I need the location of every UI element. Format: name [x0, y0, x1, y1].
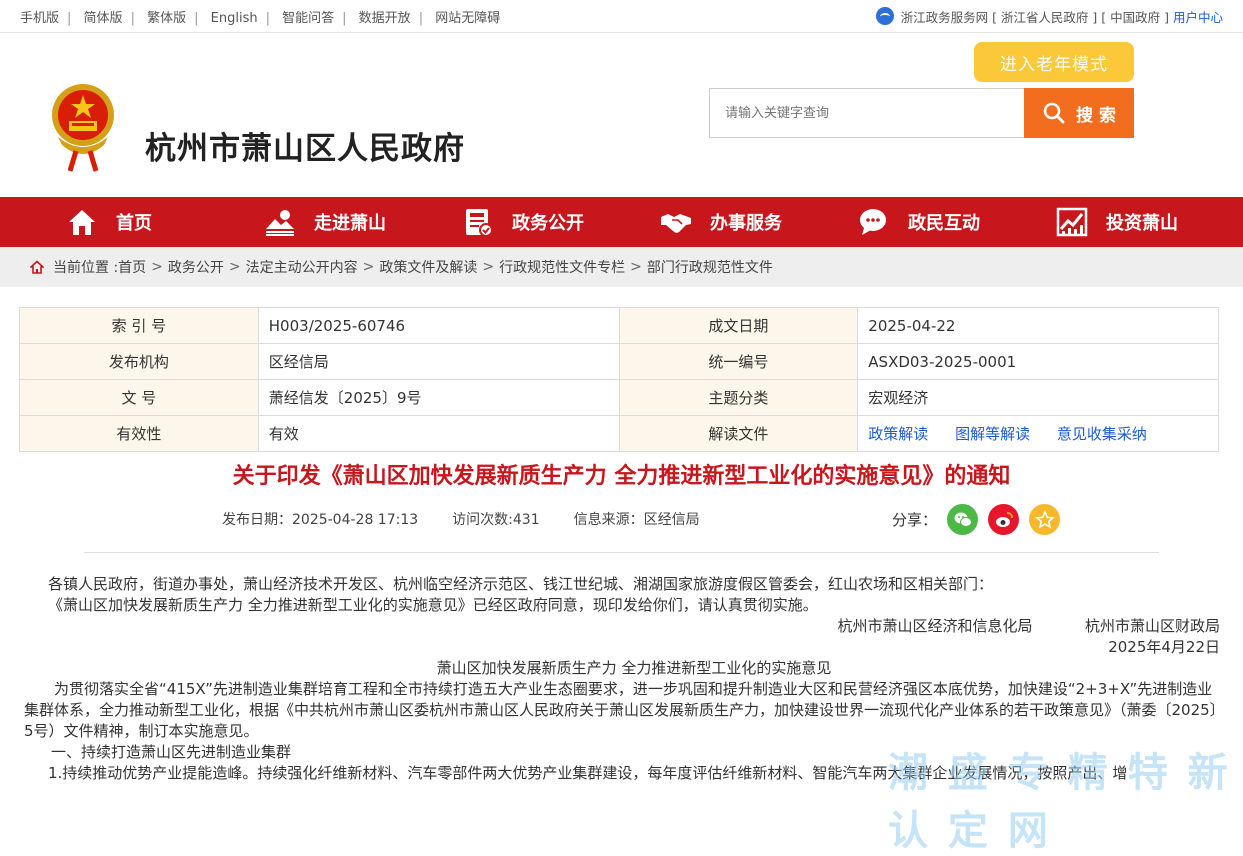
- chart-icon: [1056, 207, 1088, 237]
- nav-item-home[interactable]: 首页: [50, 207, 248, 237]
- search-button[interactable]: 搜 索: [1024, 88, 1134, 138]
- info-value: 萧经信发〔2025〕9号: [257, 379, 620, 416]
- link-user-center[interactable]: 用户中心: [1173, 7, 1223, 26]
- nav-item-label: 政民互动: [908, 213, 980, 234]
- national-emblem-icon: [52, 84, 114, 172]
- breadcrumb-link[interactable]: 首页: [118, 257, 146, 277]
- breadcrumb-prefix: 当前位置 :: [53, 260, 119, 276]
- nav-item-services[interactable]: 办事服务: [644, 207, 842, 237]
- link-zj-gov[interactable]: [ 浙江省人民政府 ]: [992, 7, 1097, 26]
- sub-title: 萧山区加快发展新质生产力 全力推进新型工业化的实施意见: [436, 659, 832, 677]
- table-row: 索 引 号 H003/2025-60746 成文日期 2025-04-22: [19, 307, 1219, 344]
- landscape-icon: [266, 210, 294, 236]
- nav-item-invest[interactable]: 投资萧山: [1040, 207, 1238, 237]
- view-count: 访问次数:431: [452, 512, 540, 528]
- link-smart-qa[interactable]: 智能问答: [282, 11, 334, 26]
- weibo-icon[interactable]: [988, 504, 1020, 535]
- breadcrumb-link[interactable]: 政务公开: [168, 257, 224, 277]
- elder-mode-button[interactable]: 进入老年模式: [974, 42, 1134, 82]
- document-info-table: 索 引 号 H003/2025-60746 成文日期 2025-04-22 发布…: [19, 307, 1219, 452]
- link-english[interactable]: English: [211, 11, 258, 26]
- breadcrumb-link[interactable]: 政策文件及解读: [379, 257, 477, 277]
- zjzw-logo-icon: [875, 7, 894, 25]
- nav-item-affairs[interactable]: 政务公开: [446, 207, 644, 237]
- nav-item-label: 首页: [116, 213, 152, 234]
- handshake-icon: [661, 214, 691, 233]
- document-icon: [466, 209, 493, 237]
- info-key: 索 引 号: [19, 307, 259, 344]
- signature-date: 2025年4月22日: [1108, 638, 1220, 656]
- breadcrumb-link[interactable]: 行政规范性文件专栏: [499, 257, 625, 277]
- info-source: 信息来源：区经信局: [573, 512, 700, 528]
- nav-item-interaction[interactable]: 政民互动: [842, 207, 1040, 237]
- interpretation-links: 政策解读 图解等解读 意见收集采纳: [857, 415, 1219, 452]
- link-simplified[interactable]: 简体版: [84, 11, 123, 26]
- info-key: 主题分类: [618, 379, 859, 416]
- watermark: 潮 盛 专 精 特 新 认 定 网: [888, 750, 1231, 854]
- search-box: [709, 88, 1025, 138]
- search-input[interactable]: [710, 89, 1025, 137]
- info-value: 区经信局: [257, 343, 620, 380]
- main-nav: 首页 走进萧山 政务公开 办事服务 政民互动 投资萧山: [0, 197, 1243, 247]
- link-policy-interpretation[interactable]: 政策解读: [868, 425, 928, 443]
- info-key: 文 号: [19, 379, 259, 416]
- link-china-gov[interactable]: [ 中国政府 ]: [1101, 7, 1169, 26]
- share-bar: 分享：: [892, 504, 1061, 535]
- breadcrumb-link[interactable]: 部门行政规范性文件: [647, 257, 773, 277]
- table-row: 有效性 有效 解读文件 政策解读 图解等解读 意见收集采纳: [19, 415, 1219, 452]
- signature-org: 杭州市萧山区经济和信息化局: [837, 617, 1033, 635]
- nav-item-about[interactable]: 走进萧山: [248, 207, 446, 237]
- signature: 杭州市萧山区经济和信息化局 杭州市萧山区财政局: [48, 616, 1220, 637]
- header: 杭州市萧山区人民政府 进入老年模式 搜 索: [0, 33, 1243, 197]
- info-key: 解读文件: [618, 415, 859, 452]
- paragraph: 《萧山区加快发展新质生产力 全力推进新型工业化的实施意见》已经区政府同意，现印发…: [48, 596, 818, 614]
- wechat-icon[interactable]: [947, 504, 979, 535]
- info-key: 发布机构: [19, 343, 259, 380]
- article-meta: 发布日期：2025-04-28 17:13 访问次数:431 信息来源：区经信局: [222, 509, 700, 529]
- info-key: 有效性: [19, 415, 259, 452]
- home-small-icon: [30, 260, 44, 274]
- search-button-label: 搜 索: [1076, 105, 1116, 126]
- link-zjzw[interactable]: 浙江政务服务网: [901, 7, 989, 26]
- nav-item-label: 办事服务: [710, 213, 782, 234]
- chat-icon: [860, 209, 886, 235]
- link-accessibility[interactable]: 网站无障碍: [435, 11, 500, 26]
- nav-item-label: 走进萧山: [314, 213, 386, 234]
- site-title: 杭州市萧山区人民政府: [145, 131, 465, 167]
- info-key: 成文日期: [618, 307, 859, 344]
- publish-date: 发布日期：2025-04-28 17:13: [222, 512, 419, 528]
- breadcrumb-link[interactable]: 法定主动公开内容: [246, 257, 358, 277]
- info-value: ASXD03-2025-0001: [857, 343, 1219, 380]
- share-label: 分享：: [892, 511, 938, 529]
- signature-org: 杭州市萧山区财政局: [1084, 617, 1220, 635]
- info-key: 统一编号: [618, 343, 859, 380]
- link-graphic-interpretation[interactable]: 图解等解读: [955, 425, 1030, 443]
- info-value: 有效: [257, 415, 620, 452]
- table-row: 文 号 萧经信发〔2025〕9号 主题分类 宏观经济: [19, 379, 1219, 416]
- home-icon: [69, 210, 95, 235]
- nav-item-label: 投资萧山: [1106, 213, 1178, 234]
- top-right-links: 浙江政务服务网 [ 浙江省人民政府 ] [ 中国政府 ] 用户中心: [875, 7, 1223, 26]
- table-row: 发布机构 区经信局 统一编号 ASXD03-2025-0001: [19, 343, 1219, 380]
- top-links: 手机版 | 简体版 | 繁体版 | English | 智能问答 | 数据开放 | 网站无障…: [20, 10, 501, 26]
- link-open-data[interactable]: 数据开放: [359, 11, 411, 26]
- search-icon: [1043, 102, 1065, 124]
- link-mobile[interactable]: 手机版: [20, 11, 59, 26]
- paragraph: 为贯彻落实全省“415X”先进制造业集群培育工程和全市持续打造五大产业生态圈要求…: [24, 680, 1218, 740]
- article-title: 关于印发《萧山区加快发展新质生产力 全力推进新型工业化的实施意见》的通知: [232, 464, 1011, 489]
- nav-item-label: 政务公开: [512, 213, 584, 234]
- info-value: 宏观经济: [857, 379, 1219, 416]
- link-traditional[interactable]: 繁体版: [147, 11, 186, 26]
- breadcrumb: 当前位置 : 首页 > 政务公开 > 法定主动公开内容 > 政策文件及解读 > 行政规范…: [0, 247, 1243, 287]
- favorite-star-icon[interactable]: [1029, 504, 1061, 535]
- top-bar: 手机版 | 简体版 | 繁体版 | English | 智能问答 | 数据开放 | 网站无障…: [0, 0, 1243, 33]
- addressee: 各镇人民政府，街道办事处，萧山经济技术开发区、杭州临空经济示范区、钱江世纪城、湘…: [48, 575, 994, 593]
- info-value: H003/2025-60746: [257, 307, 620, 344]
- link-feedback-adoption[interactable]: 意见收集采纳: [1057, 425, 1147, 443]
- info-value: 2025-04-22: [857, 307, 1219, 344]
- divider: [84, 552, 1159, 553]
